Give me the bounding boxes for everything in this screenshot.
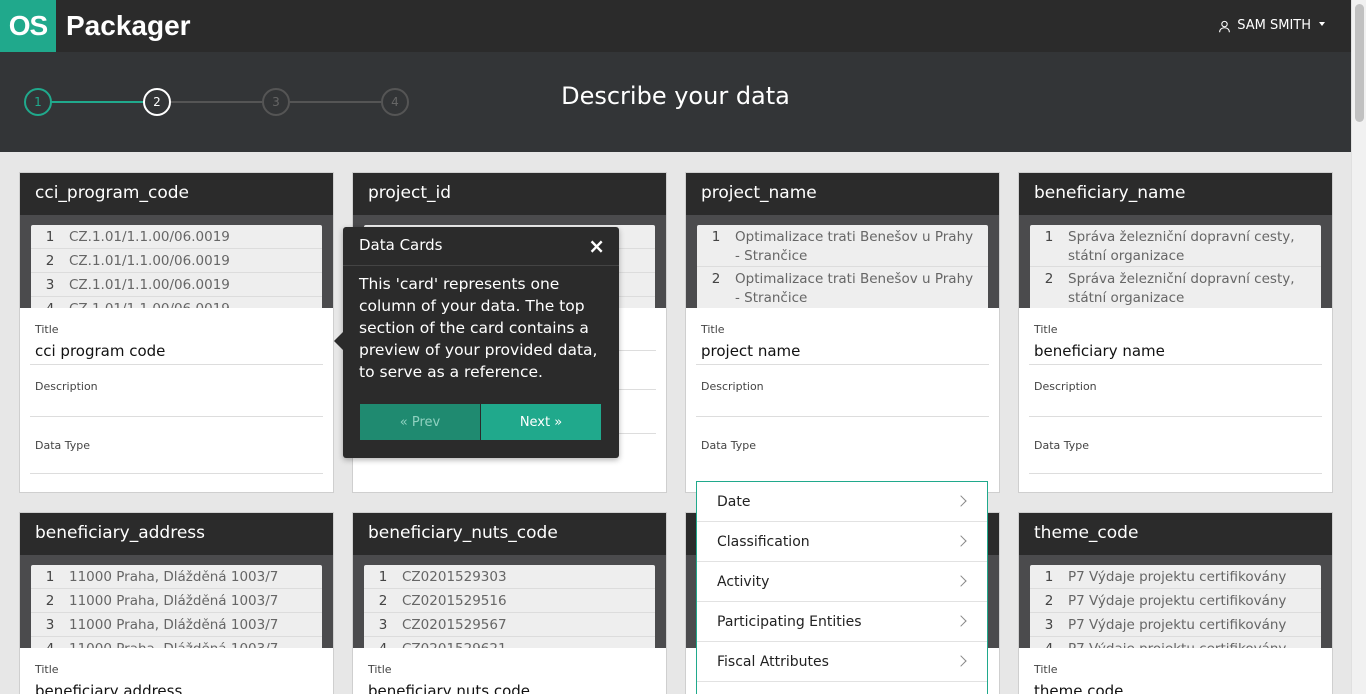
popover-divider [343,265,619,266]
data-type-select[interactable] [1029,452,1322,474]
data-type-select[interactable] [30,452,323,474]
description-label: Description [701,380,764,393]
top-navbar: OS Packager SAM SMITH [0,0,1351,52]
title-label: Title [368,663,392,676]
data-card-beneficiary-name: beneficiary_name 1 Správa železniční dopr… [1018,172,1333,493]
title-input[interactable]: cci program code [30,336,323,365]
preview-row: 2 CZ.1.01/1.1.00/06.0019 [31,249,322,273]
data-type-option-date[interactable]: Date [697,482,987,522]
card-preview: 1 Optimalizace trati Benešov u Prahy - St… [686,215,999,308]
preview-table: 1 Optimalizace trati Benešov u Prahy - St… [697,225,988,308]
chevron-right-icon [955,535,967,547]
popover-body: This 'card' represents one column of you… [359,275,598,381]
card-preview: 1 CZ0201529303 2 CZ0201529516 3 CZ020152956… [353,555,666,648]
card-column-name: theme_code [1019,513,1332,555]
preview-row: 1 CZ0201529303 [364,565,655,589]
next-button[interactable]: Next » [481,404,601,440]
data-type-label: Data Type [35,439,91,452]
title-label: Title [1034,663,1058,676]
card-column-name: beneficiary_address [20,513,333,555]
preview-row: 1 CZ.1.01/1.1.00/06.0019 [31,225,322,249]
data-type-label: Data Type [701,439,757,452]
data-card-beneficiary-address: beneficiary_address 1 11000 Praha, Dláždě… [19,512,334,694]
page-title: Describe your data [561,82,790,110]
title-label: Title [701,323,725,336]
preview-row: 1 11000 Praha, Dlážděná 1003/7 [31,565,322,589]
card-preview: 1 Správa železniční dopravní cesty, státn… [1019,215,1332,308]
user-menu[interactable]: SAM SMITH [1218,0,1325,52]
preview-row: 3 P7 Výdaje projektu certifikovány [1030,613,1321,637]
preview-row: 2 Optimalizace trati Benešov u Prahy - St… [697,267,988,308]
preview-table: 1 Správa železniční dopravní cesty, státn… [1030,225,1321,308]
popover-title: Data Cards [359,236,443,254]
preview-table: 1 P7 Výdaje projektu certifikovány 2 P7 Vý… [1030,565,1321,648]
description-input[interactable] [696,393,989,417]
card-column-name: project_name [686,173,999,215]
description-input[interactable] [1029,393,1322,417]
card-column-name: beneficiary_name [1019,173,1332,215]
os-logo[interactable]: OS [0,0,56,52]
preview-row: 4CZ.1.01/1.1.00/06.0019 [31,297,322,308]
app-title: Packager [66,10,191,41]
data-type-option-classification[interactable]: Classification [697,522,987,562]
data-type-option-fiscal-attributes[interactable]: Fiscal Attributes [697,642,987,682]
user-name: SAM SMITH [1237,18,1311,33]
preview-row: 2 CZ0201529516 [364,589,655,613]
title-label: Title [35,663,59,676]
preview-row: 2 11000 Praha, Dlážděná 1003/7 [31,589,322,613]
preview-table: 1 11000 Praha, Dlážděná 1003/7 2 11000 Pra… [31,565,322,648]
card-preview: 1 CZ.1.01/1.1.00/06.0019 2 CZ.1.01/1.1.00/… [20,215,333,308]
title-label: Title [35,323,59,336]
preview-row: 1 Optimalizace trati Benešov u Prahy - St… [697,225,988,267]
description-label: Description [1034,380,1097,393]
data-type-dropdown[interactable]: Date Classification Activity Participati… [696,481,988,694]
data-card-theme-code: theme_code 1 P7 Výdaje projektu certifiko… [1018,512,1333,694]
card-preview: 1 P7 Výdaje projektu certifikovány 2 P7 Vý… [1019,555,1332,648]
chevron-right-icon [955,615,967,627]
preview-row: 3 CZ0201529567 [364,613,655,637]
caret-down-icon [1319,21,1325,26]
preview-row: 2 P7 Výdaje projektu certifikovány [1030,589,1321,613]
title-input[interactable]: beneficiary name [1029,336,1322,365]
tour-popover: Data Cards × This 'card' represents one … [334,227,619,458]
preview-row: 4CZ0201529621 [364,637,655,648]
data-card-cci-program-code: cci_program_code 1 CZ.1.01/1.1.00/06.0019… [19,172,334,493]
preview-table: 1 CZ.1.01/1.1.00/06.0019 2 CZ.1.01/1.1.00/… [31,225,322,308]
card-column-name: beneficiary_nuts_code [353,513,666,555]
title-input[interactable]: beneficiary address [30,676,323,694]
chevron-right-icon [955,495,967,507]
chevron-right-icon [955,575,967,587]
close-icon[interactable]: × [588,235,605,257]
title-label: Title [1034,323,1058,336]
popover-arrow [334,332,343,350]
title-input[interactable]: beneficiary nuts code [363,676,656,694]
user-icon [1219,20,1231,32]
data-card-beneficiary-nuts-code: beneficiary_nuts_code 1 CZ0201529303 2 CZ0… [352,512,667,694]
preview-row: 1 P7 Výdaje projektu certifikovány [1030,565,1321,589]
description-input[interactable] [30,393,323,417]
preview-table: 1 CZ0201529303 2 CZ0201529516 3 CZ020152956… [364,565,655,648]
data-type-option-activity[interactable]: Activity [697,562,987,602]
preview-row: 2 Správa železniční dopravní cesty, státn… [1030,267,1321,308]
chevron-right-icon [955,655,967,667]
card-column-name: cci_program_code [20,173,333,215]
title-input[interactable]: theme code [1029,676,1322,694]
page-scrollbar[interactable] [1351,0,1366,694]
data-card-project-name: project_name 1 Optimalizace trati Benešov… [685,172,1000,493]
preview-row: 411000 Praha, Dlážděná 1003/7 [31,637,322,648]
scrollbar-thumb[interactable] [1355,4,1364,122]
preview-row: 3 CZ.1.01/1.1.00/06.0019 [31,273,322,297]
description-label: Description [35,380,98,393]
preview-row: 4P7 Výdaje projektu certifikovány [1030,637,1321,648]
preview-row: 3 11000 Praha, Dlážděná 1003/7 [31,613,322,637]
card-preview: 1 11000 Praha, Dlážděná 1003/7 2 11000 Pra… [20,555,333,648]
card-column-name: project_id [353,173,666,215]
data-type-option-participating-entities[interactable]: Participating Entities [697,602,987,642]
preview-row: 1 Správa železniční dopravní cesty, státn… [1030,225,1321,267]
prev-button[interactable]: « Prev [360,404,480,440]
title-input[interactable]: project name [696,336,989,365]
header-band: 1 2 3 4 Describe your data [0,52,1351,152]
data-type-label: Data Type [1034,439,1090,452]
